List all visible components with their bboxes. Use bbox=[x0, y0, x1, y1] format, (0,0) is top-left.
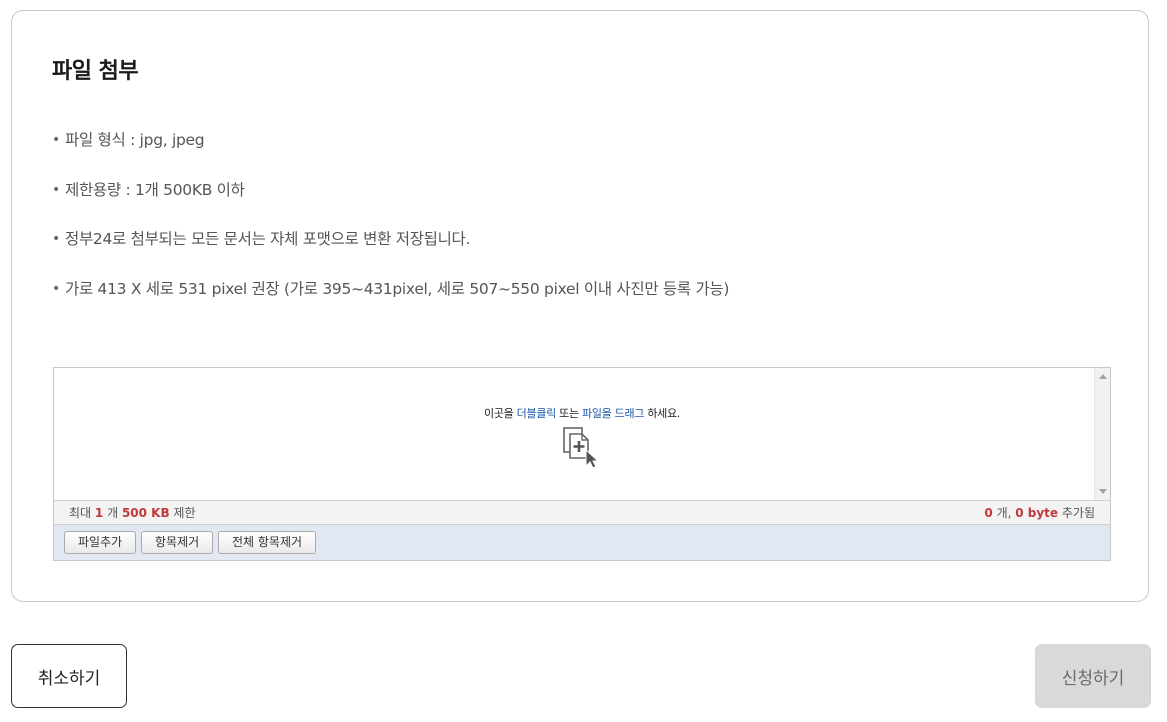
added-count-unit: 개, bbox=[992, 506, 1016, 520]
cancel-button[interactable]: 취소하기 bbox=[11, 644, 127, 708]
bullet-icon: • bbox=[52, 132, 60, 148]
note-item: • 가로 413 X 세로 531 pixel 권장 (가로 395~431pi… bbox=[52, 276, 729, 326]
file-uploader: 이곳을 더블클릭 또는 파일을 드래그 하세요. 최대 1 개 500 KB 제… bbox=[53, 367, 1111, 561]
submit-button[interactable]: 신청하기 bbox=[1035, 644, 1151, 708]
added-size: 0 byte bbox=[1015, 506, 1059, 520]
drop-instruction: 이곳을 더블클릭 또는 파일을 드래그 하세요. bbox=[54, 405, 1110, 421]
note-text: 가로 413 X 세로 531 pixel 권장 (가로 395~431pixe… bbox=[65, 279, 730, 298]
limit-prefix: 최대 bbox=[69, 506, 95, 520]
remove-all-items-button[interactable]: 전체 항목제거 bbox=[218, 531, 317, 554]
added-suffix: 추가됨 bbox=[1058, 506, 1095, 520]
limit-count: 1 bbox=[94, 506, 104, 520]
uploader-action-bar: 파일추가 항목제거 전체 항목제거 bbox=[54, 525, 1110, 560]
bullet-icon: • bbox=[52, 280, 60, 297]
bullet-icon: • bbox=[52, 231, 60, 247]
note-item: • 정부24로 첨부되는 모든 문서는 자체 포맷으로 변환 저장됩니다. bbox=[52, 226, 729, 276]
add-file-button[interactable]: 파일추가 bbox=[64, 531, 137, 554]
note-text: 파일 형식 : jpg, jpeg bbox=[65, 131, 205, 149]
drop-text-mid: 또는 bbox=[555, 407, 582, 420]
limit-suffix: 제한 bbox=[169, 506, 196, 520]
notes-list: • 파일 형식 : jpg, jpeg • 제한용량 : 1개 500KB 이하… bbox=[52, 127, 729, 325]
section-title: 파일 첨부 bbox=[52, 59, 139, 84]
added-count: 0 bbox=[984, 506, 993, 520]
remove-item-button[interactable]: 항목제거 bbox=[141, 531, 214, 554]
double-click-hint: 더블클릭 bbox=[516, 407, 557, 420]
drop-zone[interactable]: 이곳을 더블클릭 또는 파일을 드래그 하세요. bbox=[54, 368, 1094, 500]
note-text: 제한용량 : 1개 500KB 이하 bbox=[65, 180, 245, 199]
bullet-icon: • bbox=[52, 181, 60, 198]
note-item: • 파일 형식 : jpg, jpeg bbox=[52, 127, 729, 177]
dropzone-scrollbar[interactable] bbox=[1094, 368, 1110, 500]
note-text: 정부24로 첨부되는 모든 문서는 자체 포맷으로 변환 저장됩니다. bbox=[65, 230, 471, 248]
drop-text-suffix: 하세요. bbox=[644, 407, 680, 420]
scroll-up-icon[interactable] bbox=[1099, 374, 1107, 379]
limit-count-unit: 개 bbox=[103, 506, 122, 520]
drop-text-prefix: 이곳을 bbox=[484, 407, 517, 420]
file-attach-panel: 파일 첨부 • 파일 형식 : jpg, jpeg • 제한용량 : 1개 50… bbox=[11, 10, 1149, 602]
upload-limit: 최대 1 개 500 KB 제한 bbox=[69, 501, 196, 525]
drag-hint: 파일을 드래그 bbox=[582, 407, 645, 420]
scroll-down-icon[interactable] bbox=[1099, 489, 1107, 494]
file-add-cursor-icon bbox=[563, 427, 600, 468]
limit-size: 500 KB bbox=[121, 506, 170, 520]
upload-added: 0 개, 0 byte 추가됨 bbox=[984, 501, 1095, 525]
upload-status-bar: 최대 1 개 500 KB 제한 0 개, 0 byte 추가됨 bbox=[54, 500, 1110, 525]
note-item: • 제한용량 : 1개 500KB 이하 bbox=[52, 177, 729, 227]
